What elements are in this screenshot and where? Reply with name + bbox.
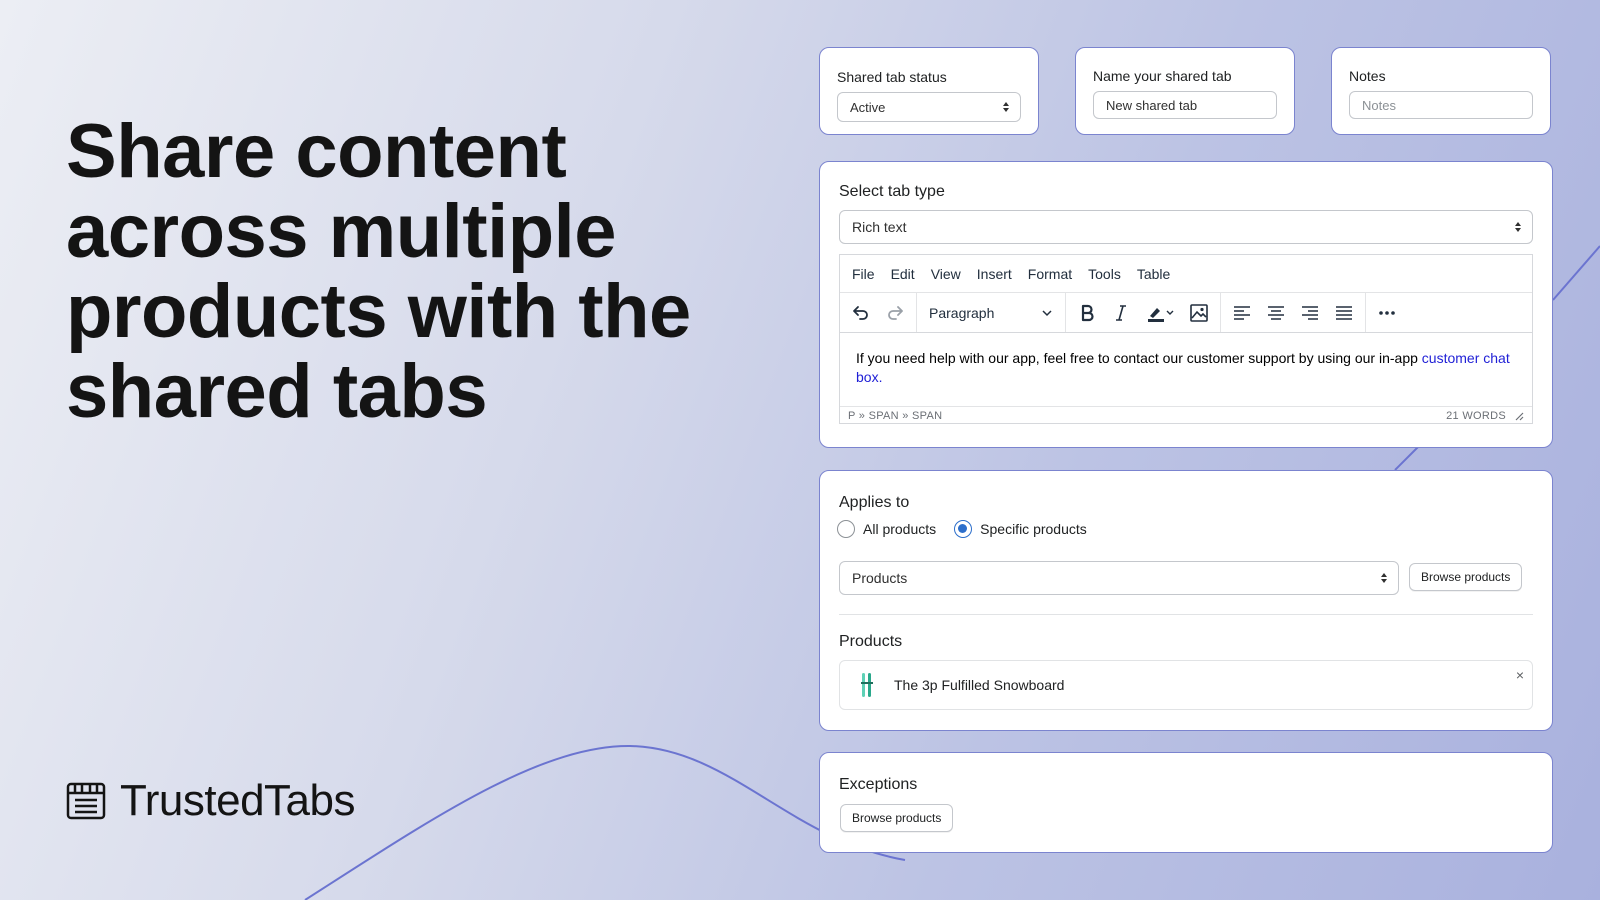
radio-specific-products[interactable]: Specific products <box>954 520 1087 538</box>
applies-to-card: Applies to All products Specific product… <box>819 470 1553 731</box>
name-card: Name your shared tab New shared tab <box>1075 47 1295 135</box>
block-format-select[interactable]: Paragraph <box>921 297 1061 329</box>
insert-image-button[interactable] <box>1182 297 1216 329</box>
resize-handle-icon[interactable] <box>1514 411 1524 421</box>
undo-icon <box>853 305 868 320</box>
redo-button[interactable] <box>878 297 912 329</box>
rich-text-editor: File Edit View Insert Format Tools Table… <box>839 254 1533 424</box>
radio-specific-products-label: Specific products <box>980 521 1087 537</box>
products-heading: Products <box>839 633 903 650</box>
align-justify-icon <box>1336 305 1352 320</box>
menu-format[interactable]: Format <box>1028 266 1072 282</box>
tab-type-card: Select tab type Rich text File Edit View… <box>819 161 1553 448</box>
highlight-icon <box>1148 307 1174 322</box>
image-icon <box>1190 303 1208 322</box>
select-arrows-icon <box>1003 102 1009 112</box>
menu-view[interactable]: View <box>931 266 961 282</box>
editor-statusbar: P » SPAN » SPAN 21 WORDS <box>840 406 1532 424</box>
chevron-down-icon <box>1042 309 1052 316</box>
highlight-button[interactable] <box>1138 297 1182 329</box>
status-select[interactable]: Active <box>837 92 1021 122</box>
menu-file[interactable]: File <box>852 266 875 282</box>
list-item: The 3p Fulfilled Snowboard × <box>839 660 1533 710</box>
italic-icon <box>1116 304 1126 321</box>
status-label: Shared tab status <box>837 69 947 85</box>
italic-button[interactable] <box>1104 297 1138 329</box>
menu-table[interactable]: Table <box>1137 266 1170 282</box>
bold-button[interactable] <box>1070 297 1104 329</box>
product-thumbnail <box>861 673 873 697</box>
editor-content-text: If you need help with our app, feel free… <box>856 350 1422 366</box>
tab-type-value: Rich text <box>852 219 907 235</box>
notes-input[interactable]: Notes <box>1349 91 1533 119</box>
product-name[interactable]: The 3p Fulfilled Snowboard <box>894 677 1064 693</box>
block-format-group: Paragraph <box>917 293 1066 332</box>
align-right-button[interactable] <box>1293 297 1327 329</box>
menu-tools[interactable]: Tools <box>1088 266 1121 282</box>
more-group <box>1366 293 1408 332</box>
radio-all-products[interactable]: All products <box>837 520 936 538</box>
formatting-group <box>1066 293 1221 332</box>
more-button[interactable] <box>1370 297 1404 329</box>
select-arrows-icon <box>1515 222 1521 232</box>
status-value: Active <box>850 99 886 115</box>
notes-placeholder: Notes <box>1362 97 1396 113</box>
notes-card: Notes Notes <box>1331 47 1551 135</box>
align-center-icon <box>1268 305 1284 320</box>
word-count[interactable]: 21 WORDS <box>1446 410 1506 422</box>
exceptions-label: Exceptions <box>839 776 918 793</box>
radio-circle-selected <box>954 520 973 538</box>
redo-icon <box>888 305 903 320</box>
applies-to-options: All products Specific products <box>837 520 1087 538</box>
radio-all-products-label: All products <box>863 521 937 537</box>
hero-headline-bold: Share content <box>66 109 567 194</box>
hero-headline: Share content across multiple products w… <box>66 112 786 432</box>
section-divider <box>839 614 1533 615</box>
align-left-icon <box>1234 305 1250 320</box>
notes-label: Notes <box>1349 68 1386 84</box>
name-label: Name your shared tab <box>1093 68 1232 84</box>
bold-icon <box>1081 304 1094 321</box>
brand-logo: TrustedTabs <box>66 776 355 826</box>
editor-menubar: File Edit View Insert Format Tools Table <box>840 255 1532 293</box>
exceptions-browse-products-button[interactable]: Browse products <box>840 804 954 832</box>
menu-edit[interactable]: Edit <box>891 266 915 282</box>
name-input[interactable]: New shared tab <box>1093 91 1277 119</box>
hero-headline-rest: across multiple products with the shared… <box>66 189 691 434</box>
name-value: New shared tab <box>1106 97 1198 113</box>
align-right-icon <box>1302 305 1318 320</box>
products-select-value: Products <box>852 570 908 586</box>
editor-content[interactable]: If you need help with our app, feel free… <box>840 333 1532 406</box>
newspaper-icon <box>66 782 106 820</box>
tab-type-label: Select tab type <box>839 183 945 200</box>
alignment-group <box>1221 293 1366 332</box>
close-icon[interactable]: × <box>1516 667 1524 683</box>
block-format-value: Paragraph <box>929 304 995 321</box>
applies-to-label: Applies to <box>839 494 910 511</box>
align-center-button[interactable] <box>1259 297 1293 329</box>
justify-button[interactable] <box>1327 297 1361 329</box>
history-group <box>840 293 917 332</box>
align-left-button[interactable] <box>1225 297 1259 329</box>
element-path[interactable]: P » SPAN » SPAN <box>848 410 942 422</box>
browse-products-button[interactable]: Browse products <box>1409 563 1523 591</box>
products-select[interactable]: Products <box>839 561 1399 595</box>
editor-toolbar: Paragraph <box>840 293 1532 333</box>
undo-button[interactable] <box>844 297 878 329</box>
status-card: Shared tab status Active <box>819 47 1039 135</box>
menu-insert[interactable]: Insert <box>977 266 1012 282</box>
radio-circle <box>837 520 855 538</box>
tab-type-select[interactable]: Rich text <box>839 210 1533 244</box>
select-arrows-icon <box>1381 573 1387 583</box>
more-dots-icon <box>1379 310 1395 315</box>
brand-name: TrustedTabs <box>120 776 355 825</box>
exceptions-card: Exceptions Browse products <box>819 752 1553 853</box>
